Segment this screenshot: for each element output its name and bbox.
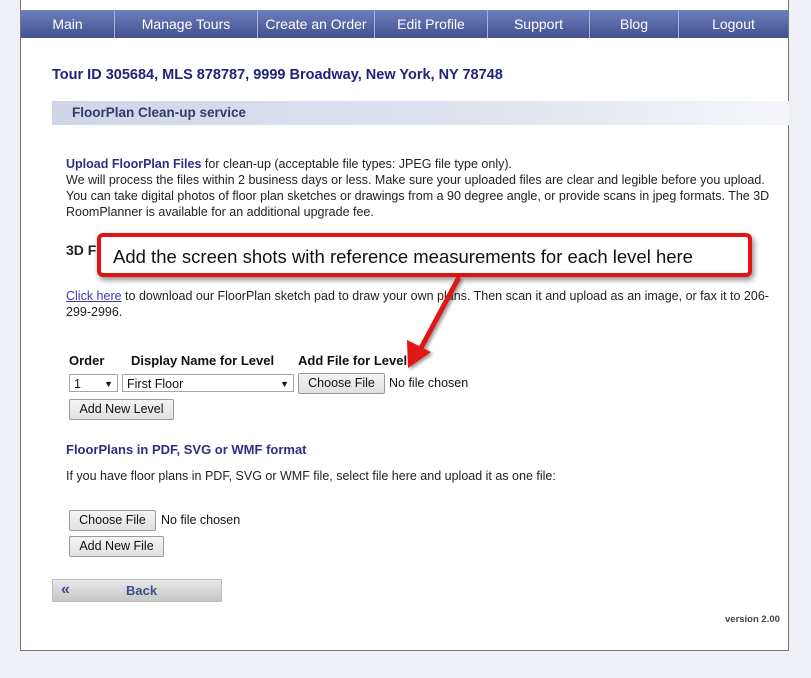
nav-logout[interactable]: Logout: [679, 10, 788, 38]
intro-heading-suffix: for clean-up (acceptable file types: JPE…: [201, 157, 513, 171]
col-order-header: Order: [69, 353, 105, 368]
annotation-callout: Add the screen shots with reference meas…: [97, 233, 752, 277]
section-title: FloorPlan Clean-up service: [72, 105, 247, 120]
annotation-text: Add the screen shots with reference meas…: [113, 246, 693, 267]
top-nav: Main Manage Tours Create an Order Edit P…: [21, 10, 788, 38]
nav-blog[interactable]: Blog: [590, 10, 679, 38]
back-label: Back: [126, 583, 158, 598]
display-name-select[interactable]: First Floor ▼: [122, 374, 294, 392]
tour-title: Tour ID 305684, MLS 878787, 9999 Broadwa…: [52, 67, 503, 83]
pdf-description: If you have floor plans in PDF, SVG or W…: [66, 469, 556, 483]
add-new-file-button[interactable]: Add New File: [69, 536, 164, 557]
add-new-level-button[interactable]: Add New Level: [69, 399, 174, 420]
dropdown-arrow-icon: ▼: [104, 379, 113, 389]
nav-create-order[interactable]: Create an Order: [258, 10, 375, 38]
sketchpad-line: Click here to download our FloorPlan ske…: [66, 288, 786, 320]
nav-edit-profile[interactable]: Edit Profile: [375, 10, 488, 38]
intro-heading: Upload FloorPlan Files: [66, 157, 202, 171]
back-button[interactable]: « Back: [52, 579, 222, 602]
nav-main[interactable]: Main: [21, 10, 115, 38]
pdf-choose-file-button[interactable]: Choose File: [69, 510, 156, 531]
level-choose-file-button[interactable]: Choose File: [298, 373, 385, 394]
nav-manage-tours[interactable]: Manage Tours: [115, 10, 258, 38]
double-chevron-left-icon: «: [61, 581, 70, 598]
section-header: FloorPlan Clean-up service: [52, 101, 789, 125]
intro-text: Upload FloorPlan Files for clean-up (acc…: [66, 156, 786, 220]
pdf-file-status: No file chosen: [161, 513, 241, 527]
click-here-link[interactable]: Click here: [66, 289, 122, 303]
main-frame: Main Manage Tours Create an Order Edit P…: [20, 0, 789, 651]
col-display-header: Display Name for Level: [131, 353, 275, 368]
order-value: 1: [74, 377, 81, 391]
level-file-status: No file chosen: [389, 376, 469, 390]
intro-body: We will process the files within 2 busin…: [66, 173, 770, 219]
roomplanner-heading: 3D F: [66, 242, 97, 258]
col-file-header: Add File for Level: [298, 353, 408, 368]
sketchpad-text: to download our FloorPlan sketch pad to …: [66, 289, 769, 319]
version-label: version 2.00: [725, 614, 780, 625]
order-select[interactable]: 1 ▼: [69, 374, 118, 392]
dropdown-arrow-icon: ▼: [280, 379, 289, 389]
display-name-value: First Floor: [127, 377, 184, 391]
pdf-heading: FloorPlans in PDF, SVG or WMF format: [66, 442, 307, 457]
nav-support[interactable]: Support: [488, 10, 590, 38]
